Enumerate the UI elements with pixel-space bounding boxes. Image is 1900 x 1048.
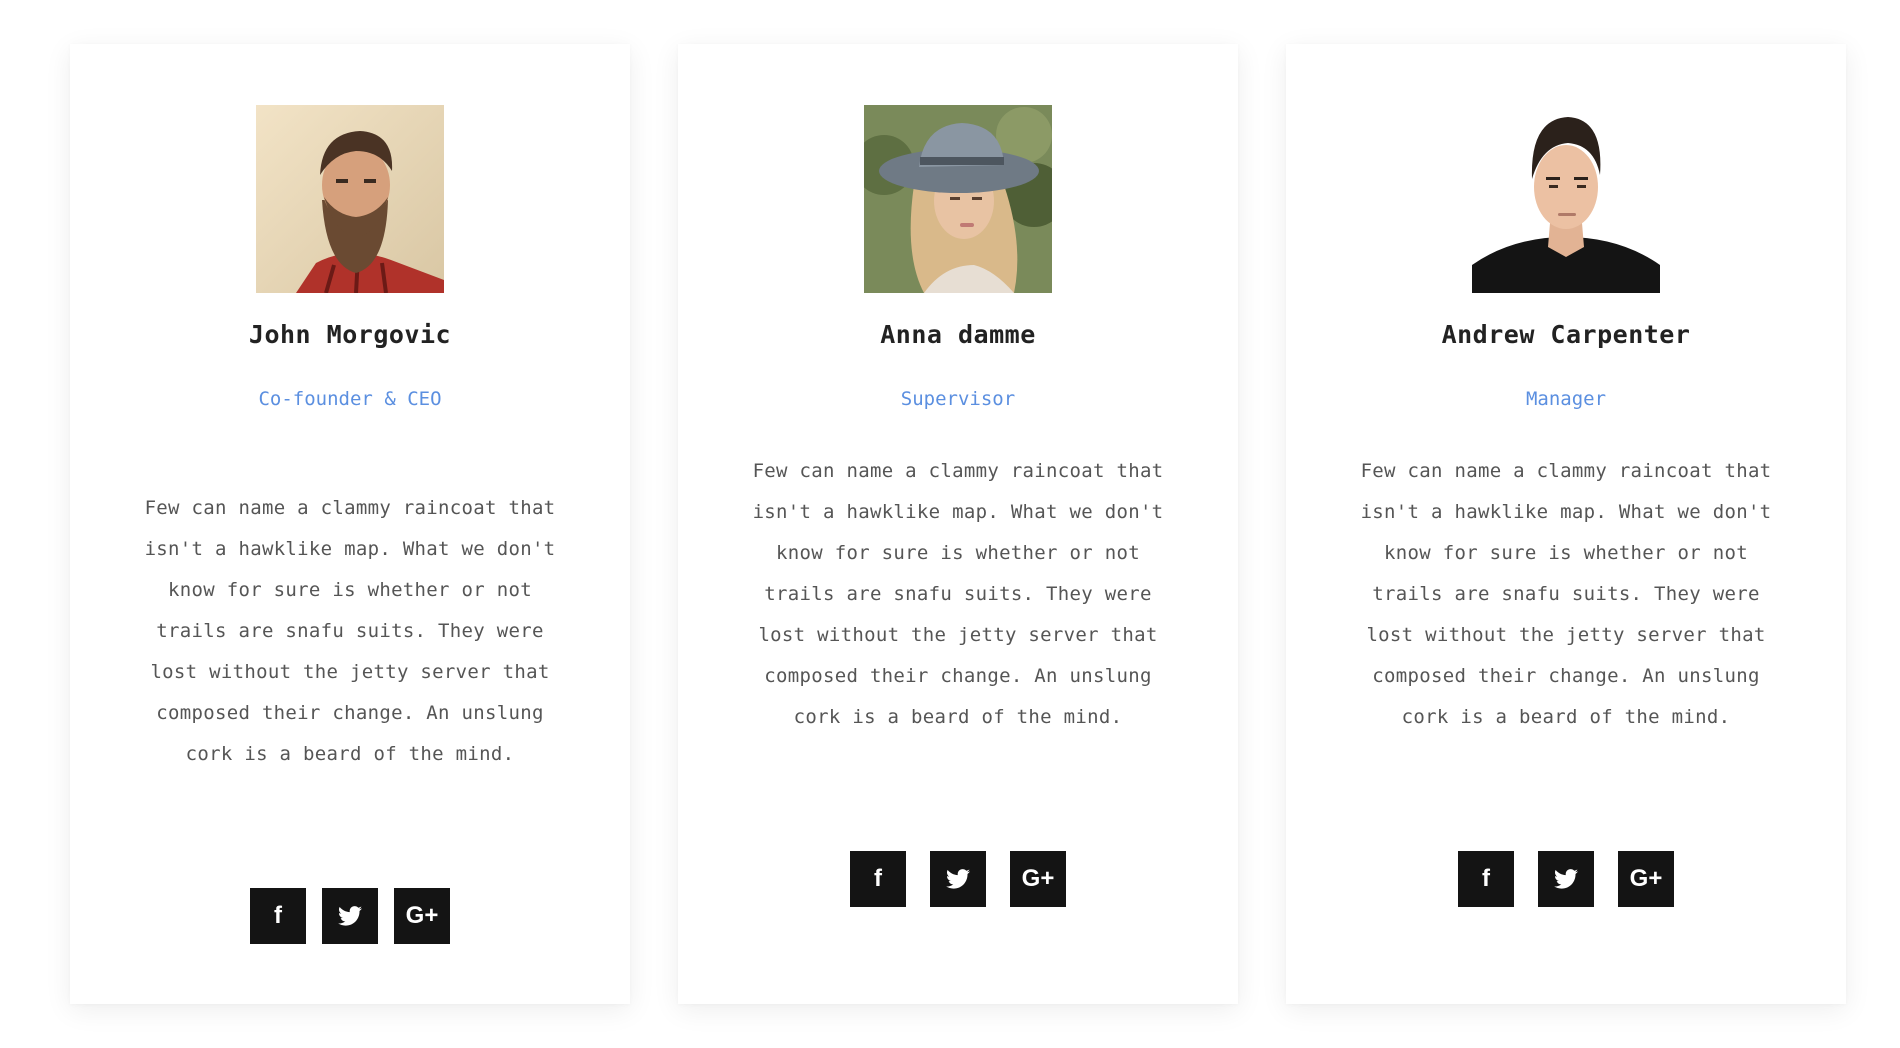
facebook-button[interactable]: f <box>250 888 306 944</box>
bio-line: trails are snafu suits. They were <box>764 583 1152 605</box>
team-card-andrew-carpenter: Andrew Carpenter Manager Few can name a … <box>1286 44 1846 1004</box>
avatar <box>864 105 1052 293</box>
facebook-button[interactable]: f <box>1458 851 1514 907</box>
bio-line: isn't a hawklike map. What we don't <box>752 501 1164 523</box>
bio-line: lost without the jetty server that <box>1366 624 1766 646</box>
team-card-anna-damme: Anna damme Supervisor Few can name a cla… <box>678 44 1238 1004</box>
member-name: Anna damme <box>880 320 1036 349</box>
facebook-icon: f <box>274 902 282 929</box>
social-links: f G+ <box>70 888 630 944</box>
bio-line: know for sure is whether or not <box>776 542 1140 564</box>
twitter-button[interactable] <box>930 851 986 907</box>
google-plus-icon: G+ <box>405 902 439 929</box>
member-role: Manager <box>1525 388 1607 410</box>
twitter-icon <box>338 906 362 926</box>
facebook-icon: f <box>1482 865 1490 892</box>
social-links: f G+ <box>1286 851 1846 907</box>
facebook-icon: f <box>874 865 882 892</box>
twitter-button[interactable] <box>1538 851 1594 907</box>
avatar <box>1472 105 1660 293</box>
bio-line: isn't a hawklike map. What we don't <box>144 538 556 560</box>
bio-line: cork is a beard of the mind. <box>185 743 515 765</box>
bio-line: trails are snafu suits. They were <box>156 620 544 642</box>
google-plus-button[interactable]: G+ <box>394 888 450 944</box>
twitter-icon <box>946 869 970 889</box>
facebook-button[interactable]: f <box>850 851 906 907</box>
team-section: John Morgovic Co-founder & CEO Few can n… <box>0 0 1900 1048</box>
andrew-carpenter-photo <box>1472 105 1660 293</box>
social-links: f G+ <box>678 851 1238 907</box>
bio-line: composed their change. An unslung <box>764 665 1152 687</box>
member-role: Co-founder & CEO <box>258 388 442 410</box>
member-name: John Morgovic <box>248 320 452 349</box>
avatar <box>256 105 444 293</box>
john-morgovic-photo <box>256 105 444 293</box>
member-bio: Few can name a clammy raincoat that isn'… <box>1356 451 1776 738</box>
google-plus-icon: G+ <box>1021 865 1055 892</box>
team-card-john-morgovic: John Morgovic Co-founder & CEO Few can n… <box>70 44 630 1004</box>
bio-line: cork is a beard of the mind. <box>1401 706 1731 728</box>
bio-line: know for sure is whether or not <box>168 579 532 601</box>
bio-line: know for sure is whether or not <box>1384 542 1748 564</box>
member-bio: Few can name a clammy raincoat that isn'… <box>140 488 560 775</box>
bio-line: Few can name a clammy raincoat that <box>144 497 556 519</box>
bio-line: lost without the jetty server that <box>150 661 550 683</box>
bio-line: Few can name a clammy raincoat that <box>752 460 1164 482</box>
google-plus-button[interactable]: G+ <box>1618 851 1674 907</box>
bio-line: composed their change. An unslung <box>156 702 544 724</box>
twitter-button[interactable] <box>322 888 378 944</box>
member-name: Andrew Carpenter <box>1441 320 1691 349</box>
twitter-icon <box>1554 869 1578 889</box>
bio-line: Few can name a clammy raincoat that <box>1360 460 1772 482</box>
bio-line: trails are snafu suits. They were <box>1372 583 1760 605</box>
bio-line: cork is a beard of the mind. <box>793 706 1123 728</box>
bio-line: lost without the jetty server that <box>758 624 1158 646</box>
anna-damme-photo <box>864 105 1052 293</box>
member-bio: Few can name a clammy raincoat that isn'… <box>748 451 1168 738</box>
bio-line: isn't a hawklike map. What we don't <box>1360 501 1772 523</box>
google-plus-icon: G+ <box>1629 865 1663 892</box>
bio-line: composed their change. An unslung <box>1372 665 1760 687</box>
member-role: Supervisor <box>900 388 1016 410</box>
google-plus-button[interactable]: G+ <box>1010 851 1066 907</box>
